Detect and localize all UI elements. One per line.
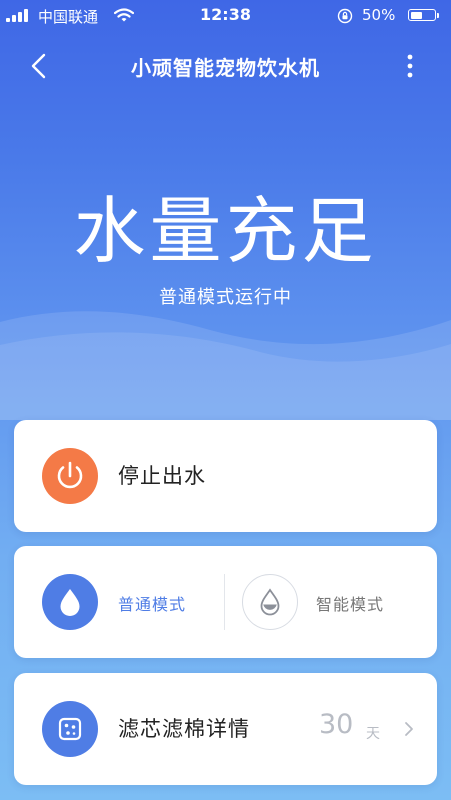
battery-icon [408,9,436,21]
wave-decoration [0,311,451,420]
navigation-bar: 小顽智能宠物饮水机 [0,40,451,92]
filter-details-label: 滤芯滤棉详情 [118,717,250,741]
stop-water-label: 停止出水 [118,464,206,488]
filter-days-unit: 天 [366,726,380,742]
chevron-right-icon [405,722,413,736]
battery-tip [437,13,439,18]
status-bar: 中国联通 12:38 50% [0,0,451,30]
water-drop-icon[interactable] [42,574,98,630]
smart-mode-option[interactable]: 智能模式 [316,591,384,615]
power-card[interactable]: 停止出水 [14,420,437,532]
page-title: 小顽智能宠物饮水机 [131,56,320,80]
mode-divider [224,574,225,630]
filter-card[interactable]: 滤芯滤棉详情 30 天 [14,673,437,785]
power-icon[interactable] [42,448,98,504]
filter-days-remaining: 30 [319,709,354,740]
more-options-button[interactable] [396,50,424,82]
normal-mode-option[interactable]: 普通模式 [118,591,186,615]
orientation-lock-icon [337,8,353,24]
filter-icon [42,701,98,757]
water-drop-half-icon[interactable] [242,574,298,630]
battery-percentage: 50% [362,6,396,24]
water-level-status: 水量充足 [73,189,378,273]
mode-card: 普通模式 智能模式 [14,546,437,658]
more-vertical-icon [407,54,413,78]
